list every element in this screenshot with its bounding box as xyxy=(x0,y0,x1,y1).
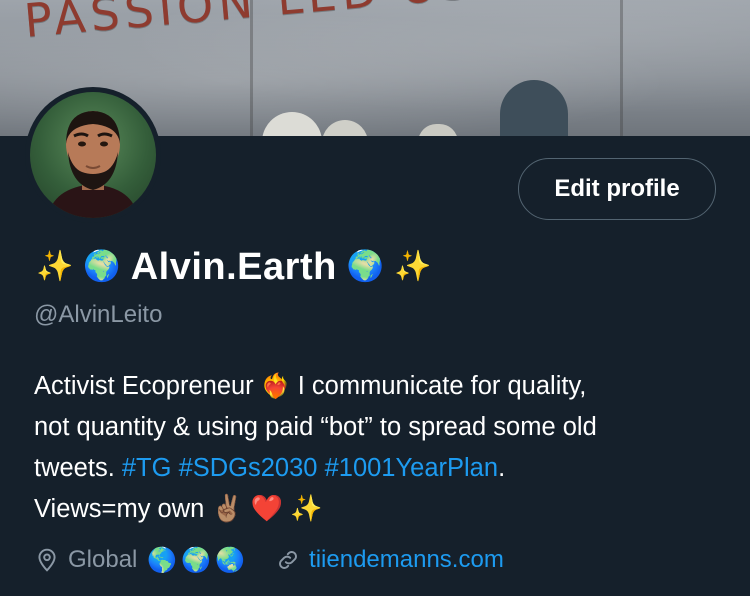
red-heart-emoji: ❤️ xyxy=(250,494,284,524)
display-name-row: ✨ 🌍 Alvin.Earth 🌍 ✨ xyxy=(36,240,432,294)
profile-meta-row: Global 🌎 🌍 🌏 tiiendemanns.com xyxy=(34,542,504,578)
banner-shoe xyxy=(262,112,322,136)
display-name: Alvin.Earth xyxy=(130,245,337,288)
banner-shoe xyxy=(500,80,568,136)
hashtag-link[interactable]: #TG xyxy=(122,454,172,482)
banner-text: PASSION LED US H xyxy=(22,0,535,48)
bio-text: Activist Ecopreneur xyxy=(34,372,261,400)
bio-text: Views=my own xyxy=(34,495,212,523)
banner-shoe xyxy=(322,120,368,136)
hashtag-link[interactable]: #SDGs2030 xyxy=(179,454,318,482)
avatar-portrait xyxy=(48,111,138,218)
sparkles-emoji: ✨ xyxy=(36,249,74,284)
bio-line: Views=my own ✌🏽 ❤️ ✨ xyxy=(34,489,734,530)
globe-emoji: 🌏 xyxy=(215,546,246,574)
bio-line: Activist Ecopreneur ❤️‍🔥 I communicate f… xyxy=(34,366,734,407)
sparkles-emoji: ✨ xyxy=(394,249,432,284)
globe-emoji: 🌍 xyxy=(83,249,121,284)
bio-text: I communicate for quality, xyxy=(290,372,587,400)
location-text: Global xyxy=(68,546,138,573)
bio-text: . xyxy=(498,454,506,482)
banner-shoe xyxy=(418,124,458,136)
sparkles-emoji: ✨ xyxy=(290,494,323,524)
link-icon xyxy=(275,547,301,573)
victory-hand-emoji: ✌🏽 xyxy=(211,494,244,524)
hashtag-link[interactable]: #1001YearPlan xyxy=(325,454,498,482)
user-handle: @AlvinLeito xyxy=(34,301,163,328)
bio-line: tweets. #TG #SDGs2030 #1001YearPlan. xyxy=(34,448,734,489)
avatar[interactable] xyxy=(25,87,161,223)
globe-emoji: 🌍 xyxy=(346,249,385,284)
heart-on-fire-emoji: ❤️‍🔥 xyxy=(260,372,291,400)
profile-bio: Activist Ecopreneur ❤️‍🔥 I communicate f… xyxy=(34,366,734,530)
bio-line: not quantity & using paid “bot” to sprea… xyxy=(34,413,597,441)
globe-emoji: 🌍 xyxy=(181,546,212,574)
banner-pavement-line xyxy=(620,0,623,136)
location-pin-icon xyxy=(34,547,60,573)
avatar-image xyxy=(30,92,156,218)
bio-text: tweets. xyxy=(34,454,122,482)
website-link[interactable]: tiiendemanns.com xyxy=(309,546,504,574)
globe-emoji: 🌎 xyxy=(147,546,178,574)
edit-profile-button[interactable]: Edit profile xyxy=(518,158,716,220)
